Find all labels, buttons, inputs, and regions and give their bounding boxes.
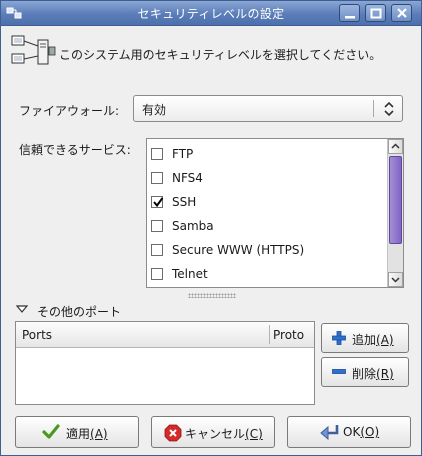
add-port-label: 追加: [352, 333, 377, 347]
column-ports[interactable]: Ports: [22, 328, 52, 342]
plus-icon: [332, 331, 346, 345]
service-checkbox[interactable]: [151, 196, 164, 208]
apply-label: 適用: [66, 427, 91, 441]
service-checkbox[interactable]: [151, 172, 163, 184]
network-computers-icon: [11, 35, 56, 65]
scroll-thumb[interactable]: [389, 156, 402, 244]
scroll-up-button[interactable]: [388, 139, 403, 154]
remove-port-button[interactable]: 削除(R): [321, 357, 409, 387]
apply-button[interactable]: 適用(A): [15, 416, 139, 448]
service-name: Telnet: [172, 267, 208, 281]
service-checkbox[interactable]: [151, 268, 163, 280]
services-label: 信頼できるサービス:: [19, 143, 131, 157]
services-list[interactable]: FTP NFS4 SSH Samba Secure WWW (HTTPS) Telnet: [146, 138, 404, 288]
scroll-down-button[interactable]: [388, 272, 403, 287]
remove-port-mnemonic: (R): [376, 367, 394, 381]
security-level-dialog: セキュリティレベルの設定 このシステム用のセキュリティレベルを選択してください。…: [0, 0, 422, 456]
cancel-mnemonic: (C): [245, 427, 263, 441]
checkmark-icon: [42, 424, 60, 439]
add-port-button[interactable]: 追加(A): [321, 323, 409, 353]
apply-mnemonic: (A): [90, 427, 108, 441]
remove-port-label: 削除: [352, 367, 377, 381]
title-bar[interactable]: セキュリティレベルの設定: [1, 1, 421, 26]
close-icon: [397, 8, 407, 18]
service-name: SSH: [172, 195, 197, 209]
minimize-icon: [345, 16, 355, 19]
services-scrollbar[interactable]: [387, 139, 403, 287]
add-port-mnemonic: (A): [376, 333, 394, 347]
maximize-button[interactable]: [365, 4, 386, 22]
firewall-combo[interactable]: 有効: [133, 95, 403, 122]
minus-icon: [332, 369, 346, 374]
service-checkbox[interactable]: [151, 148, 163, 160]
service-name: NFS4: [172, 171, 203, 185]
service-item[interactable]: Secure WWW (HTTPS): [151, 240, 381, 260]
header-description: このシステム用のセキュリティレベルを選択してください。: [59, 48, 382, 62]
chevron-down-icon: [391, 277, 400, 283]
firewall-label: ファイアウォール:: [19, 104, 120, 118]
ports-table-header: Ports Proto: [16, 322, 314, 348]
service-item[interactable]: Samba: [151, 216, 381, 236]
ports-table[interactable]: Ports Proto: [15, 321, 315, 405]
enter-arrow-icon: [320, 425, 339, 440]
cancel-button[interactable]: キャンセル(C): [151, 416, 275, 448]
service-item[interactable]: FTP: [151, 144, 381, 164]
column-proto[interactable]: Proto: [273, 328, 304, 342]
service-name: Secure WWW (HTTPS): [172, 243, 305, 257]
cancel-label: キャンセル: [185, 427, 246, 441]
checkmark-icon: [153, 197, 164, 208]
service-item[interactable]: SSH: [151, 192, 381, 212]
service-item[interactable]: Telnet: [151, 264, 381, 284]
service-checkbox[interactable]: [151, 244, 163, 256]
ok-label: OK: [343, 425, 361, 439]
service-name: FTP: [172, 147, 194, 161]
service-checkbox[interactable]: [151, 220, 163, 232]
other-ports-expander[interactable]: その他のポート: [37, 303, 121, 320]
chevron-up-icon: [391, 143, 400, 149]
minimize-button[interactable]: [339, 4, 360, 22]
firewall-value: 有効: [142, 103, 167, 117]
ok-mnemonic: (O): [360, 425, 380, 439]
maximize-icon: [370, 8, 382, 19]
combo-separator: [373, 100, 374, 117]
close-button[interactable]: [391, 4, 412, 22]
ok-button[interactable]: OK(O): [287, 416, 411, 448]
resize-grip[interactable]: [188, 293, 236, 298]
column-divider: [269, 325, 270, 344]
updown-arrow-icon: [384, 101, 394, 117]
cancel-icon: [164, 424, 182, 442]
service-name: Samba: [172, 219, 214, 233]
expander-arrow-icon[interactable]: [15, 303, 29, 315]
service-item[interactable]: NFS4: [151, 168, 381, 188]
